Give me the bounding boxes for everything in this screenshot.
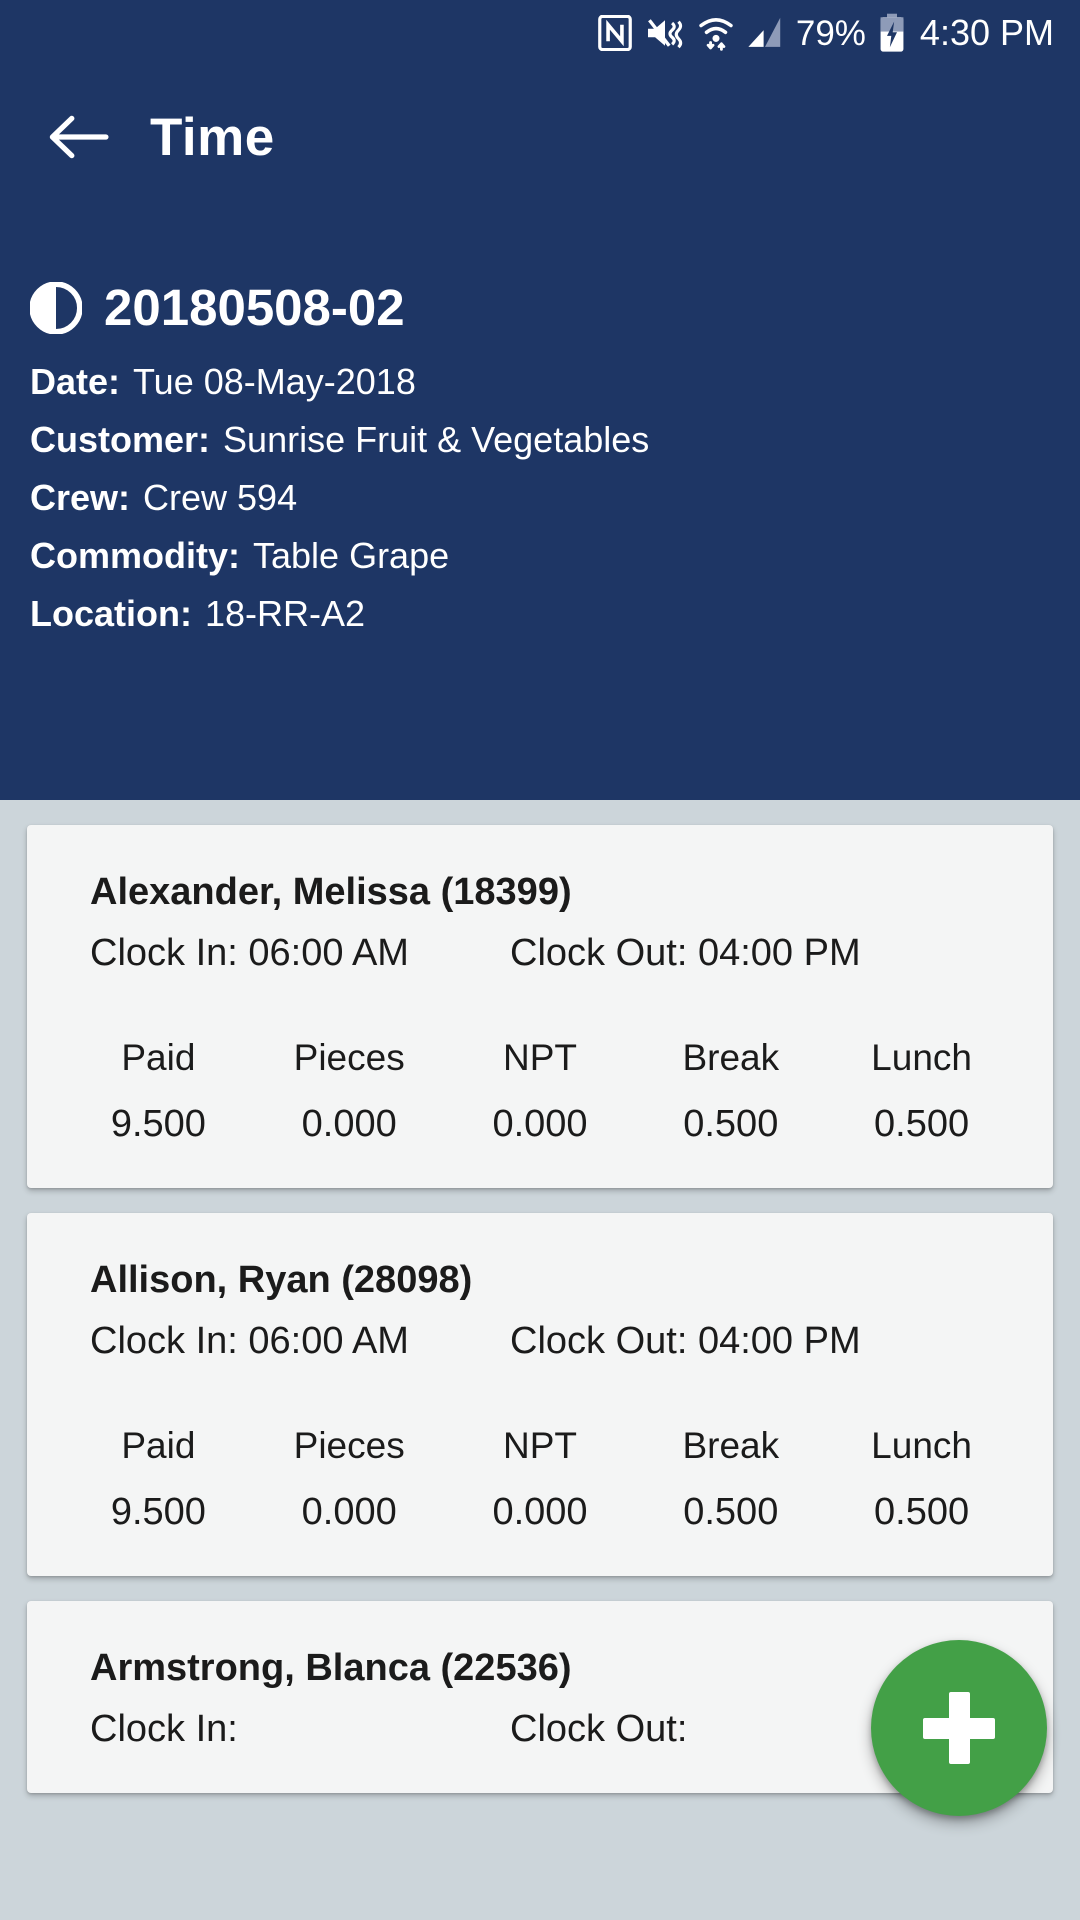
clock-out-value: 04:00 PM: [697, 932, 861, 974]
metric-value: 0.500: [683, 1103, 779, 1145]
clock-row: Clock In: 06:00 AM Clock Out: 04:00 PM: [27, 1320, 1053, 1363]
job-field-value: Tue 08-May-2018: [133, 361, 416, 402]
metrics-table: Paid 9.500 Pieces 0.000 NPT 0.000 Break …: [27, 1037, 1053, 1146]
back-button[interactable]: [42, 101, 114, 173]
metric-header: NPT: [502, 1425, 577, 1466]
metric-value: 0.000: [301, 1491, 397, 1533]
metric-header: Pieces: [293, 1037, 405, 1078]
plus-icon: [923, 1692, 995, 1764]
mute-vibrate-icon: [645, 16, 685, 50]
table-row[interactable]: Alexander, Melissa (18399) Clock In: 06:…: [27, 825, 1053, 1188]
status-bar-clock: 4:30 PM: [919, 12, 1054, 53]
battery-percent-label: 79%: [795, 13, 866, 53]
clock-out-value: 04:00 PM: [697, 1320, 861, 1362]
clock-out-label: Clock Out:: [510, 1708, 688, 1750]
clock-in-value: 06:00 AM: [248, 932, 409, 974]
clock-in-value: 06:00 AM: [248, 1320, 409, 1362]
metric-header: Paid: [121, 1425, 196, 1466]
clock-in-label: Clock In:: [90, 932, 238, 974]
job-field-date: Date: Tue 08-May-2018: [30, 361, 1050, 403]
nfc-icon: [598, 15, 632, 51]
metric-header: Break: [682, 1425, 780, 1466]
metric-header: Lunch: [871, 1425, 972, 1466]
metric-break: Break 0.500: [635, 1425, 826, 1534]
job-field-label: Date:: [30, 361, 121, 402]
clock-out-label: Clock Out:: [510, 1320, 688, 1362]
metric-value: 0.500: [874, 1491, 970, 1533]
job-id-label: 20180508-02: [104, 279, 405, 336]
clock-in-field: Clock In: 06:00 AM: [90, 1320, 510, 1363]
metric-header: Pieces: [293, 1425, 405, 1466]
job-id-row: 20180508-02: [29, 278, 1050, 337]
clock-row: Clock In: 06:00 AM Clock Out: 04:00 PM: [27, 932, 1053, 975]
table-row[interactable]: Allison, Ryan (28098) Clock In: 06:00 AM…: [27, 1213, 1053, 1576]
app-header: 79% 4:30 PM Time 20180508-02 Date: Tue 0…: [0, 0, 1080, 800]
app-screen: 79% 4:30 PM Time 20180508-02 Date: Tue 0…: [0, 0, 1080, 1920]
toolbar: Time: [0, 92, 1080, 182]
employee-name: Allison, Ryan (28098): [90, 1259, 473, 1301]
metric-value: 0.000: [301, 1103, 397, 1145]
clock-in-field: Clock In:: [90, 1708, 510, 1751]
metric-header: Break: [682, 1037, 780, 1078]
metric-value: 0.000: [492, 1491, 588, 1533]
job-field-value: Table Grape: [253, 535, 450, 576]
clock-in-label: Clock In:: [90, 1708, 238, 1750]
metric-value: 0.000: [492, 1103, 588, 1145]
job-field-crew: Crew: Crew 594: [30, 477, 1050, 519]
cellular-signal-icon: [747, 15, 783, 51]
clock-out-field: Clock Out: 04:00 PM: [510, 1320, 990, 1363]
metric-header: Paid: [121, 1037, 196, 1078]
metric-npt: NPT 0.000: [445, 1037, 636, 1146]
clock-out-field: Clock Out: 04:00 PM: [510, 932, 990, 975]
add-entry-fab[interactable]: [871, 1640, 1047, 1816]
metric-lunch: Lunch 0.500: [826, 1425, 1017, 1534]
employee-name: Alexander, Melissa (18399): [90, 871, 572, 913]
metric-value: 0.500: [683, 1491, 779, 1533]
wifi-icon: [698, 14, 734, 52]
metric-npt: NPT 0.000: [445, 1425, 636, 1534]
metric-value: 9.500: [110, 1491, 206, 1533]
job-field-customer: Customer: Sunrise Fruit & Vegetables: [30, 419, 1050, 461]
job-field-location: Location: 18-RR-A2: [30, 593, 1050, 635]
metric-paid: Paid 9.500: [63, 1425, 254, 1534]
clock-in-field: Clock In: 06:00 AM: [90, 932, 510, 975]
job-field-commodity: Commodity: Table Grape: [30, 535, 1050, 577]
clock-out-label: Clock Out:: [510, 932, 688, 974]
metric-value: 0.500: [874, 1103, 970, 1145]
metric-pieces: Pieces 0.000: [254, 1037, 445, 1146]
metrics-table: Paid 9.500 Pieces 0.000 NPT 0.000 Break …: [27, 1425, 1053, 1534]
metric-lunch: Lunch 0.500: [826, 1037, 1017, 1146]
job-field-label: Customer:: [30, 419, 211, 460]
job-field-value: 18-RR-A2: [204, 593, 366, 634]
job-field-label: Location:: [30, 593, 192, 634]
arrow-left-icon: [49, 115, 109, 159]
metric-paid: Paid 9.500: [63, 1037, 254, 1146]
job-field-value: Crew 594: [143, 477, 298, 518]
clock-in-label: Clock In:: [90, 1320, 238, 1362]
metric-pieces: Pieces 0.000: [254, 1425, 445, 1534]
status-bar: 79% 4:30 PM: [0, 0, 1080, 66]
battery-charging-icon: [879, 13, 905, 53]
metric-header: NPT: [502, 1037, 577, 1078]
job-field-label: Crew:: [30, 477, 131, 518]
metric-header: Lunch: [871, 1037, 972, 1078]
metric-break: Break 0.500: [635, 1037, 826, 1146]
metric-value: 9.500: [110, 1103, 206, 1145]
page-title: Time: [150, 107, 275, 167]
half-circle-icon: [29, 280, 83, 335]
job-field-label: Commodity:: [30, 535, 240, 576]
job-summary: 20180508-02 Date: Tue 08-May-2018 Custom…: [0, 278, 1080, 651]
job-field-value: Sunrise Fruit & Vegetables: [223, 419, 650, 460]
